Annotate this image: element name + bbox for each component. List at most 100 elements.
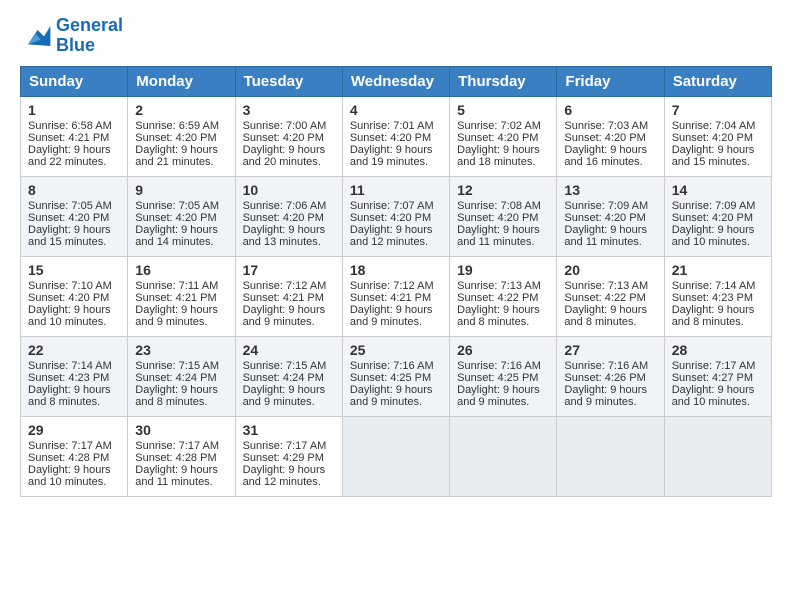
calendar-cell: 6Sunrise: 7:03 AMSunset: 4:20 PMDaylight… [557, 96, 664, 176]
daylight-text: Daylight: 9 hours and 8 minutes. [564, 304, 647, 328]
sunset-text: Sunset: 4:20 PM [243, 132, 324, 144]
sunset-text: Sunset: 4:29 PM [243, 452, 324, 464]
daylight-text: Daylight: 9 hours and 10 minutes. [28, 304, 111, 328]
sunrise-text: Sunrise: 6:58 AM [28, 120, 112, 132]
calendar-week-row: 8Sunrise: 7:05 AMSunset: 4:20 PMDaylight… [21, 176, 772, 256]
sunset-text: Sunset: 4:22 PM [564, 292, 645, 304]
sunrise-text: Sunrise: 6:59 AM [135, 120, 219, 132]
sunrise-text: Sunrise: 7:16 AM [457, 360, 541, 372]
sunset-text: Sunset: 4:20 PM [564, 212, 645, 224]
day-number: 14 [672, 182, 764, 198]
calendar-header-row: SundayMondayTuesdayWednesdayThursdayFrid… [21, 66, 772, 96]
sunset-text: Sunset: 4:20 PM [350, 132, 431, 144]
sunset-text: Sunset: 4:23 PM [28, 372, 109, 384]
day-number: 18 [350, 262, 442, 278]
logo-text: General Blue [56, 16, 123, 56]
sunset-text: Sunset: 4:20 PM [243, 212, 324, 224]
calendar-cell: 30Sunrise: 7:17 AMSunset: 4:28 PMDayligh… [128, 416, 235, 496]
daylight-text: Daylight: 9 hours and 20 minutes. [243, 144, 326, 168]
sunset-text: Sunset: 4:20 PM [28, 292, 109, 304]
sunrise-text: Sunrise: 7:17 AM [28, 440, 112, 452]
daylight-text: Daylight: 9 hours and 9 minutes. [243, 304, 326, 328]
sunrise-text: Sunrise: 7:05 AM [28, 200, 112, 212]
calendar-cell: 27Sunrise: 7:16 AMSunset: 4:26 PMDayligh… [557, 336, 664, 416]
daylight-text: Daylight: 9 hours and 11 minutes. [564, 224, 647, 248]
day-number: 12 [457, 182, 549, 198]
calendar-cell: 1Sunrise: 6:58 AMSunset: 4:21 PMDaylight… [21, 96, 128, 176]
day-number: 5 [457, 102, 549, 118]
sunrise-text: Sunrise: 7:08 AM [457, 200, 541, 212]
sunset-text: Sunset: 4:21 PM [135, 292, 216, 304]
calendar-cell: 3Sunrise: 7:00 AMSunset: 4:20 PMDaylight… [235, 96, 342, 176]
calendar-cell: 29 Sunrise: 7:17 AMSunset: 4:28 PMDayligh… [21, 416, 128, 496]
daylight-text: Daylight: 9 hours and 9 minutes. [457, 384, 540, 408]
sunrise-text: Sunrise: 7:14 AM [28, 360, 112, 372]
calendar-week-row: 22Sunrise: 7:14 AMSunset: 4:23 PMDayligh… [21, 336, 772, 416]
sunrise-text: Sunrise: 7:17 AM [135, 440, 219, 452]
daylight-text: Daylight: 9 hours and 8 minutes. [28, 384, 111, 408]
day-number: 8 [28, 182, 120, 198]
calendar-cell: 5Sunrise: 7:02 AMSunset: 4:20 PMDaylight… [450, 96, 557, 176]
calendar-table: SundayMondayTuesdayWednesdayThursdayFrid… [20, 66, 772, 497]
sunset-text: Sunset: 4:20 PM [457, 132, 538, 144]
day-number: 6 [564, 102, 656, 118]
daylight-text: Daylight: 9 hours and 15 minutes. [672, 144, 755, 168]
calendar-cell: 14Sunrise: 7:09 AMSunset: 4:20 PMDayligh… [664, 176, 771, 256]
sunset-text: Sunset: 4:28 PM [28, 452, 109, 464]
daylight-text: Daylight: 9 hours and 15 minutes. [28, 224, 111, 248]
calendar-cell: 2Sunrise: 6:59 AMSunset: 4:20 PMDaylight… [128, 96, 235, 176]
calendar-cell: 18Sunrise: 7:12 AMSunset: 4:21 PMDayligh… [342, 256, 449, 336]
sunrise-text: Sunrise: 7:09 AM [672, 200, 756, 212]
sunset-text: Sunset: 4:21 PM [28, 132, 109, 144]
daylight-text: Daylight: 9 hours and 13 minutes. [243, 224, 326, 248]
sunrise-text: Sunrise: 7:04 AM [672, 120, 756, 132]
day-number: 17 [243, 262, 335, 278]
daylight-text: Daylight: 9 hours and 21 minutes. [135, 144, 218, 168]
daylight-text: Daylight: 9 hours and 19 minutes. [350, 144, 433, 168]
sunset-text: Sunset: 4:24 PM [135, 372, 216, 384]
daylight-text: Daylight: 9 hours and 11 minutes. [135, 464, 218, 488]
day-number: 29 [28, 422, 120, 438]
sunrise-text: Sunrise: 7:10 AM [28, 280, 112, 292]
sunset-text: Sunset: 4:26 PM [564, 372, 645, 384]
logo: General Blue [20, 16, 123, 56]
day-number: 13 [564, 182, 656, 198]
sunrise-text: Sunrise: 7:13 AM [457, 280, 541, 292]
sunset-text: Sunset: 4:21 PM [350, 292, 431, 304]
sunrise-text: Sunrise: 7:07 AM [350, 200, 434, 212]
sunrise-text: Sunrise: 7:12 AM [350, 280, 434, 292]
calendar-header-friday: Friday [557, 66, 664, 96]
sunrise-text: Sunrise: 7:14 AM [672, 280, 756, 292]
sunrise-text: Sunrise: 7:16 AM [350, 360, 434, 372]
day-number: 20 [564, 262, 656, 278]
daylight-text: Daylight: 9 hours and 11 minutes. [457, 224, 540, 248]
sunrise-text: Sunrise: 7:02 AM [457, 120, 541, 132]
day-number: 2 [135, 102, 227, 118]
calendar-cell: 17 Sunrise: 7:12 AMSunset: 4:21 PMDayligh… [235, 256, 342, 336]
daylight-text: Daylight: 9 hours and 9 minutes. [243, 384, 326, 408]
sunset-text: Sunset: 4:20 PM [672, 132, 753, 144]
sunset-text: Sunset: 4:20 PM [457, 212, 538, 224]
sunset-text: Sunset: 4:20 PM [28, 212, 109, 224]
calendar-cell: 15Sunrise: 7:10 AMSunset: 4:20 PMDayligh… [21, 256, 128, 336]
day-number: 4 [350, 102, 442, 118]
sunset-text: Sunset: 4:21 PM [243, 292, 324, 304]
day-number: 23 [135, 342, 227, 358]
sunrise-text: Sunrise: 7:01 AM [350, 120, 434, 132]
daylight-text: Daylight: 9 hours and 9 minutes. [350, 384, 433, 408]
calendar-week-row: 29Sunrise: 7:17 AMSunset: 4:28 PMDayligh… [21, 416, 772, 496]
day-number: 30 [135, 422, 227, 438]
sunrise-text: Sunrise: 7:17 AM [672, 360, 756, 372]
daylight-text: Daylight: 9 hours and 10 minutes. [28, 464, 111, 488]
daylight-text: Daylight: 9 hours and 9 minutes. [135, 304, 218, 328]
calendar-cell: 25Sunrise: 7:16 AMSunset: 4:25 PMDayligh… [342, 336, 449, 416]
sunrise-text: Sunrise: 7:09 AM [564, 200, 648, 212]
day-number: 1 [28, 102, 120, 118]
calendar-cell: 8 Sunrise: 7:05 AMSunset: 4:20 PMDaylight… [21, 176, 128, 256]
calendar-cell: 31Sunrise: 7:17 AMSunset: 4:29 PMDayligh… [235, 416, 342, 496]
calendar-cell [664, 416, 771, 496]
sunrise-text: Sunrise: 7:05 AM [135, 200, 219, 212]
sunset-text: Sunset: 4:25 PM [350, 372, 431, 384]
sunrise-text: Sunrise: 7:12 AM [243, 280, 327, 292]
calendar-cell [557, 416, 664, 496]
